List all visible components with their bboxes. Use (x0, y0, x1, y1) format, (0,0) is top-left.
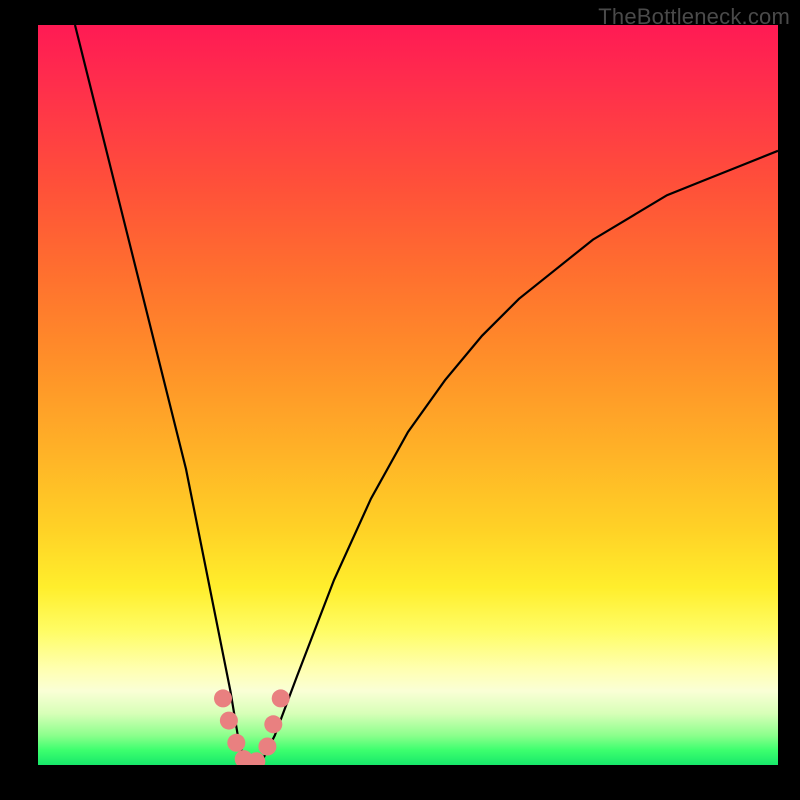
curve-marker (258, 738, 276, 756)
curve-marker (227, 734, 245, 752)
curve-marker (214, 689, 232, 707)
watermark-text: TheBottleneck.com (598, 4, 790, 30)
curve-marker (264, 715, 282, 733)
curve-markers (214, 689, 290, 765)
curve-svg (38, 25, 778, 765)
bottleneck-curve (75, 25, 778, 765)
curve-marker (220, 712, 238, 730)
plot-area (38, 25, 778, 765)
chart-frame: TheBottleneck.com (0, 0, 800, 800)
curve-marker (272, 689, 290, 707)
